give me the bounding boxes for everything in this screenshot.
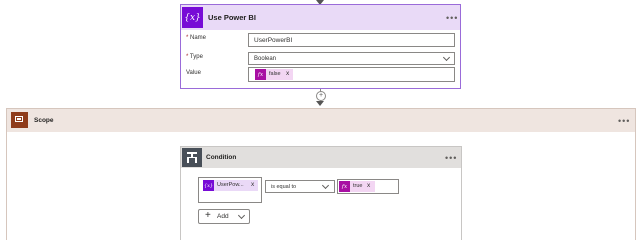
name-field[interactable]: UserPowerBI bbox=[248, 33, 455, 47]
condition-left-operand[interactable]: {x} UserPow... x bbox=[198, 177, 262, 203]
scope-icon-inner bbox=[17, 118, 21, 120]
value-label: Value bbox=[186, 70, 201, 76]
condition-card[interactable]: Condition ••• {x} UserPow... x is equal … bbox=[180, 146, 462, 240]
arrow-down-icon bbox=[316, 101, 324, 106]
type-label: * Type bbox=[186, 54, 203, 60]
type-select[interactable]: Boolean bbox=[248, 52, 455, 65]
token-text: true bbox=[353, 183, 363, 189]
operator-value: is equal to bbox=[271, 184, 297, 190]
plus-icon: + bbox=[205, 210, 211, 221]
type-value: Boolean bbox=[254, 56, 277, 62]
name-label: * Name bbox=[186, 35, 206, 41]
required-mark: * bbox=[186, 54, 189, 60]
variable-icon: {x} bbox=[203, 180, 214, 191]
value-field[interactable]: fx false x bbox=[248, 67, 455, 82]
condition-right-operand[interactable]: fx true x bbox=[337, 179, 399, 194]
required-mark: * bbox=[186, 35, 189, 41]
action-card-use-power-bi[interactable]: {x} Use Power BI ••• * Name UserPowerBI … bbox=[180, 4, 461, 89]
condition-header[interactable]: Condition ••• bbox=[181, 147, 461, 168]
condition-icon bbox=[182, 148, 202, 167]
expression-icon: fx bbox=[255, 69, 266, 80]
token-text: false bbox=[269, 71, 281, 77]
insert-step-button[interactable]: + bbox=[316, 91, 326, 101]
scope-header[interactable]: Scope ••• bbox=[7, 109, 635, 132]
scope-more-options-button[interactable]: ••• bbox=[618, 117, 630, 126]
token-true[interactable]: fx true x bbox=[339, 181, 375, 192]
more-options-button[interactable]: ••• bbox=[446, 14, 458, 23]
chevron-down-icon bbox=[321, 181, 330, 190]
card-header[interactable]: {x} Use Power BI ••• bbox=[181, 5, 460, 30]
card-title: Use Power BI bbox=[208, 13, 256, 22]
condition-glyph bbox=[187, 152, 197, 163]
name-value: UserPowerBI bbox=[254, 37, 293, 44]
scope-title: Scope bbox=[34, 117, 54, 124]
add-button[interactable]: + Add bbox=[198, 209, 250, 224]
name-label-text: Name bbox=[190, 35, 207, 41]
condition-title: Condition bbox=[206, 154, 237, 161]
token-userpowerbi[interactable]: {x} UserPow... x bbox=[203, 180, 258, 191]
variable-icon: {x} bbox=[182, 7, 203, 28]
expression-icon: fx bbox=[339, 181, 350, 192]
operator-select[interactable]: is equal to bbox=[265, 180, 335, 193]
token-text: UserPow... bbox=[217, 182, 244, 188]
condition-more-options-button[interactable]: ••• bbox=[445, 154, 457, 163]
add-label: Add bbox=[217, 213, 229, 220]
chevron-down-icon bbox=[442, 53, 451, 62]
scope-icon bbox=[11, 112, 28, 128]
remove-token-icon[interactable]: x bbox=[367, 182, 370, 189]
remove-token-icon[interactable]: x bbox=[251, 181, 254, 188]
remove-token-icon[interactable]: x bbox=[286, 70, 289, 77]
chevron-down-icon bbox=[237, 211, 246, 220]
type-label-text: Type bbox=[189, 54, 203, 60]
token-false[interactable]: fx false x bbox=[255, 69, 293, 80]
